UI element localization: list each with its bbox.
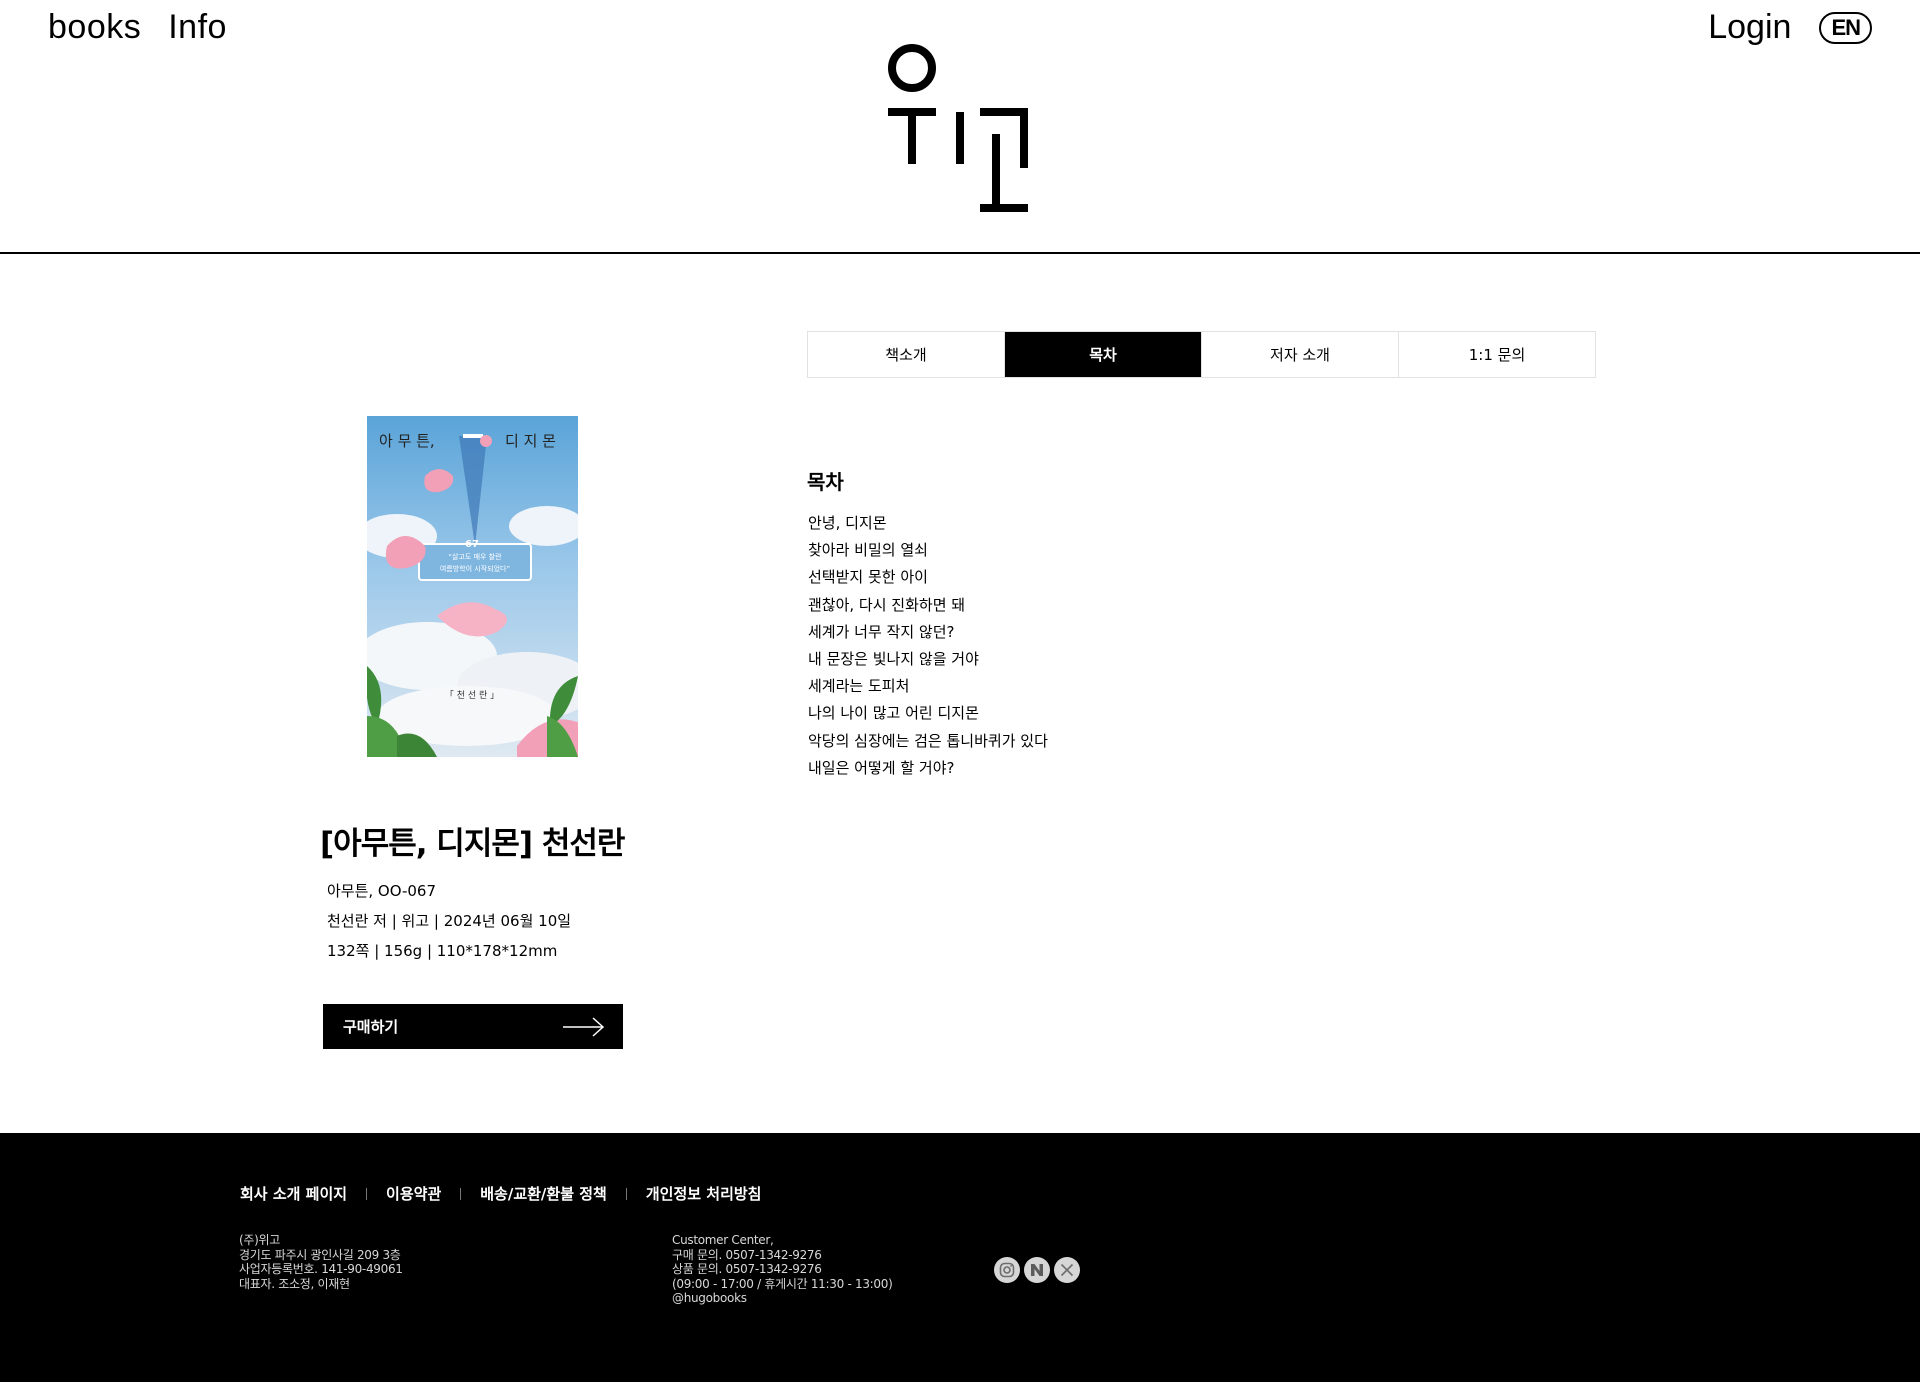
cover-title-right: 디 지 몬 xyxy=(505,432,556,450)
footer-company-info: (주)위고 경기도 파주시 광인사길 209 3층 사업자등록번호. 141-9… xyxy=(239,1233,403,1291)
footer-link-company[interactable]: 회사 소개 페이지 xyxy=(240,1183,347,1204)
toc-item: 내일은 어떻게 할 거야? xyxy=(808,758,955,777)
product-inquiry-phone: 상품 문의. 0507-1342-9276 xyxy=(672,1262,822,1276)
book-byline: 천선란 저 | 위고 | 2024년 06월 10일 xyxy=(327,912,572,930)
social-links xyxy=(994,1257,1080,1283)
tab-toc[interactable]: 목차 xyxy=(1005,332,1202,377)
x-icon[interactable] xyxy=(1054,1257,1080,1283)
cover-author: 「 천 선 란 」 xyxy=(445,689,499,701)
footer-contact-info: Customer Center, 구매 문의. 0507-1342-9276 상… xyxy=(672,1233,893,1306)
tab-author-intro[interactable]: 저자 소개 xyxy=(1202,332,1399,377)
naver-icon[interactable] xyxy=(1024,1257,1050,1283)
site-header: books Info Login EN xyxy=(0,0,1920,254)
detail-tabs: 책소개 목차 저자 소개 1:1 문의 xyxy=(807,331,1596,378)
language-toggle[interactable]: EN xyxy=(1819,11,1872,44)
business-number: 사업자등록번호. 141-90-49061 xyxy=(239,1262,403,1276)
toc-item: 안녕, 디지몬 xyxy=(808,514,887,532)
primary-nav: books Info xyxy=(48,8,227,47)
footer-link-terms[interactable]: 이용약관 xyxy=(386,1183,441,1204)
purchase-inquiry-phone: 구매 문의. 0507-1342-9276 xyxy=(672,1247,822,1262)
business-hours: (09:00 - 17:00 / 휴게시간 11:30 - 13:00) xyxy=(672,1276,893,1291)
buy-button-label: 구매하기 xyxy=(343,1018,399,1036)
toc-item: 세계가 너무 작지 않던? xyxy=(808,622,955,641)
tab-book-intro[interactable]: 책소개 xyxy=(808,332,1005,377)
footer-divider xyxy=(625,1187,627,1200)
footer-link-shipping-policy[interactable]: 배송/교환/환불 정책 xyxy=(480,1183,607,1204)
footer-links: 회사 소개 페이지 이용약관 배송/교환/환불 정책 개인정보 처리방침 xyxy=(240,1183,761,1204)
utility-nav: Login EN xyxy=(1708,8,1872,47)
cover-title-left: 아 무 튼, xyxy=(379,432,435,450)
toc-list: 안녕, 디지몬 찾아라 비밀의 열쇠 선택받지 못한 아이 괜찮아, 다시 진화… xyxy=(808,510,1048,782)
tab-inquiry[interactable]: 1:1 문의 xyxy=(1399,332,1595,377)
company-address: 경기도 파주시 광인사길 209 3층 xyxy=(239,1247,401,1262)
book-meta: 아무튼, OO-067 천선란 저 | 위고 | 2024년 06월 10일 1… xyxy=(327,876,571,966)
buy-button[interactable]: 구매하기 xyxy=(323,1004,623,1049)
instagram-icon[interactable] xyxy=(994,1257,1020,1283)
toc-item: 선택받지 못한 아이 xyxy=(808,568,928,587)
toc-item: 나의 나이 많고 어린 디지몬 xyxy=(808,704,979,723)
cover-tagline-1: “살고도 매우 찰란 xyxy=(448,552,502,561)
footer-divider xyxy=(460,1187,462,1200)
book-cover-image: 아 무 튼, 디 지 몬 67 “살고도 매우 찰란 여름방학이 시작되었다” … xyxy=(367,416,578,757)
toc-item: 내 문장은 빛나지 않을 거야 xyxy=(808,650,979,669)
nav-books-link[interactable]: books xyxy=(48,8,141,47)
book-series: 아무튼, OO-067 xyxy=(327,882,437,900)
company-ceo: 대표자. 조소정, 이재현 xyxy=(239,1276,350,1291)
toc-heading: 목차 xyxy=(807,470,844,494)
toc-item: 세계라는 도피처 xyxy=(808,677,910,696)
arrow-right-icon xyxy=(563,1016,605,1037)
customer-center-label: Customer Center, xyxy=(672,1233,774,1247)
social-handle: @hugobooks xyxy=(672,1291,747,1305)
site-footer: 회사 소개 페이지 이용약관 배송/교환/환불 정책 개인정보 처리방침 (주)… xyxy=(0,1133,1920,1382)
toc-item: 괜찮아, 다시 진화하면 돼 xyxy=(808,595,966,614)
footer-link-privacy[interactable]: 개인정보 처리방침 xyxy=(646,1183,762,1204)
login-link[interactable]: Login xyxy=(1708,8,1791,47)
nav-info-link[interactable]: Info xyxy=(168,8,227,47)
company-name: (주)위고 xyxy=(239,1233,280,1247)
book-specs: 132쪽 | 156g | 110*178*12mm xyxy=(327,942,558,960)
toc-item: 악당의 심장에는 검은 톱니바퀴가 있다 xyxy=(808,731,1048,750)
footer-divider xyxy=(366,1187,368,1200)
toc-item: 찾아라 비밀의 열쇠 xyxy=(808,541,928,560)
cover-tagline-2: 여름방학이 시작되었다” xyxy=(440,564,510,573)
book-title: [아무튼, 디지몬] 천선란 xyxy=(320,826,625,862)
cover-series-number: 67 xyxy=(465,539,479,550)
wigo-logo[interactable] xyxy=(882,44,1034,216)
